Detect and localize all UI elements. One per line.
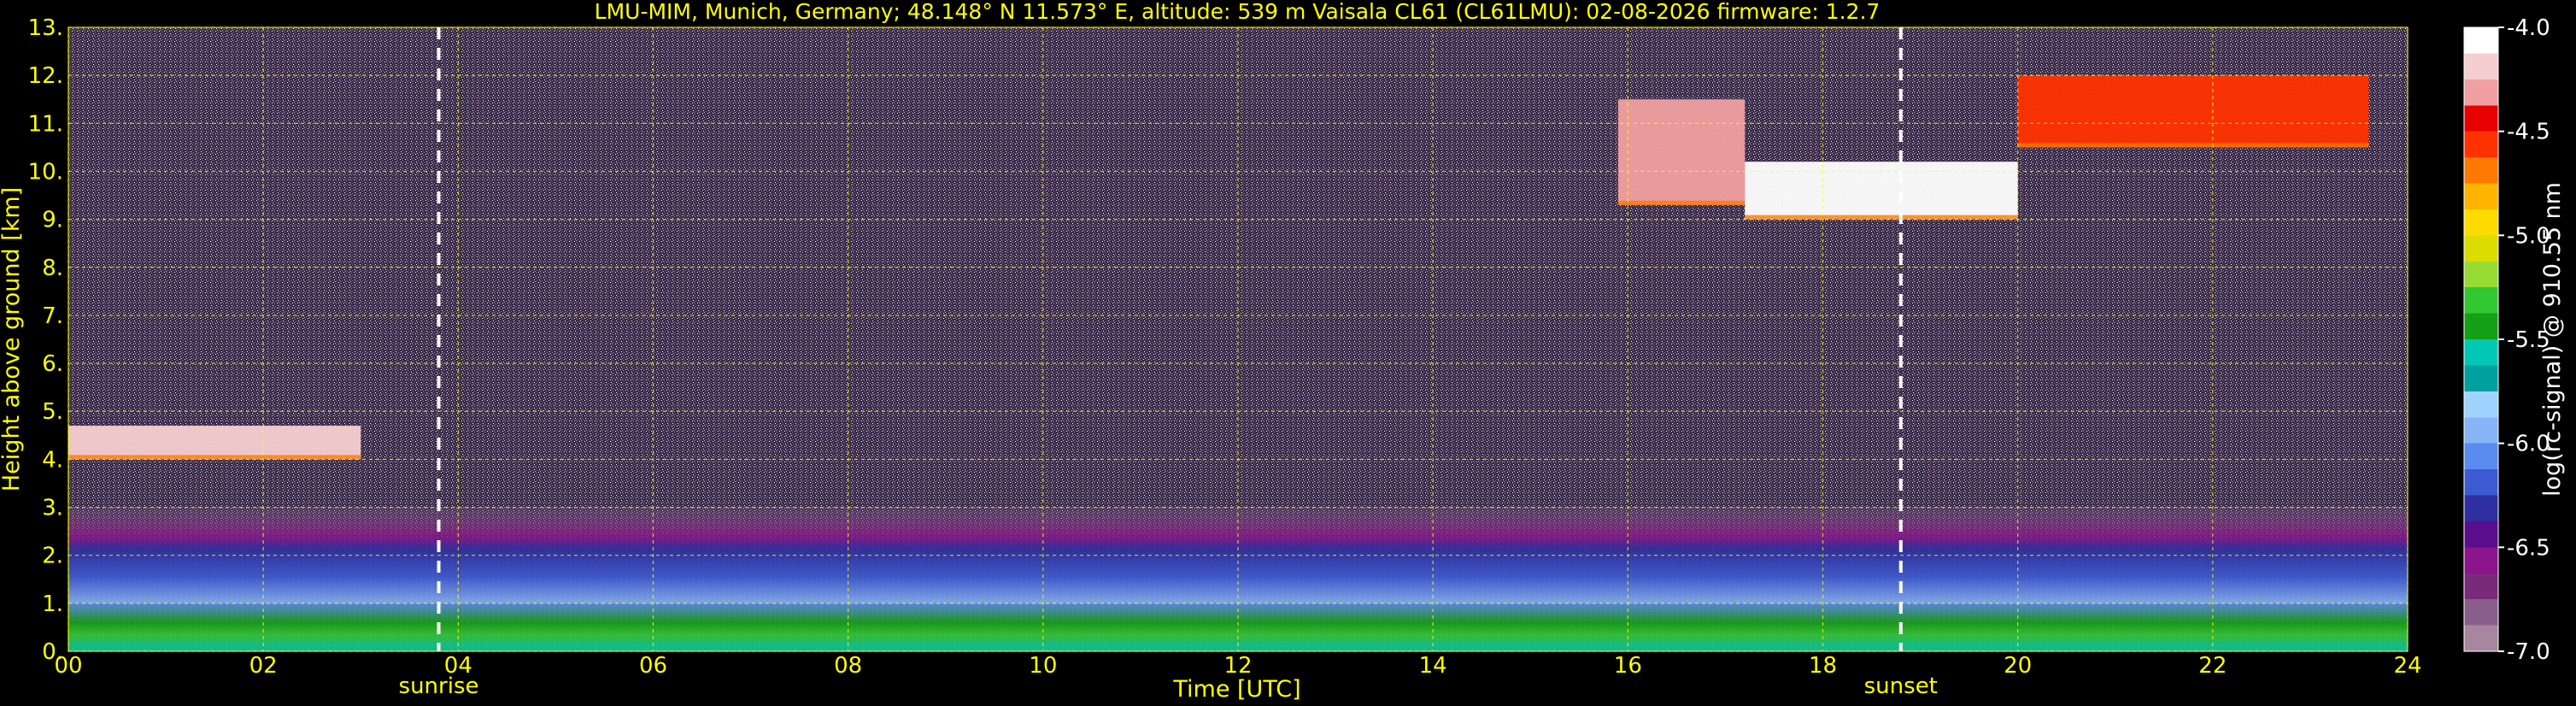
colorbar-tick-label: -4.5 bbox=[2507, 120, 2550, 145]
y-tick-label: 13. bbox=[28, 15, 63, 41]
y-tick-label: 11. bbox=[28, 111, 63, 137]
x-tick-label: 14 bbox=[1419, 653, 1447, 679]
sunset-label: sunset bbox=[1864, 674, 1938, 699]
colorbar-label: log(rc-signal) @ 910.55 nm bbox=[2539, 182, 2566, 497]
y-tick-label: 6. bbox=[42, 351, 63, 377]
cloud-base-edge bbox=[1617, 200, 1746, 205]
y-tick-label: 9. bbox=[42, 208, 63, 233]
ceilometer-chart: sunrise sunset 00 02 04 06 08 10 12 14 16 18 20 22 24… bbox=[0, 0, 2566, 703]
y-tick-label: 12. bbox=[28, 63, 63, 89]
y-tick-label: 2. bbox=[42, 544, 63, 569]
x-tick-label: 24 bbox=[2393, 653, 2421, 679]
x-tick-label: 12 bbox=[1223, 653, 1252, 679]
colorbar-tick-label: -6.5 bbox=[2507, 535, 2550, 561]
colorbar bbox=[2463, 26, 2499, 652]
signal-layer-cloud bbox=[68, 426, 361, 460]
x-tick-label: 02 bbox=[249, 653, 278, 679]
y-axis: 0. 1. 2. 3. 4. 5. 6. 7. 8. 9. 10. 11. 12. 13. bbox=[28, 15, 63, 665]
colorbar-tick-label: -7.0 bbox=[2507, 639, 2550, 665]
cloud-base-edge bbox=[2017, 143, 2369, 148]
x-tick-label: 16 bbox=[1614, 653, 1642, 679]
chart-title: LMU-MIM, Munich, Germany; 48.148° N 11.5… bbox=[595, 0, 1881, 24]
x-tick-label: 18 bbox=[1809, 653, 1837, 679]
signal-layer-cirrus bbox=[1745, 162, 2018, 220]
signal-layer-cirrus bbox=[2017, 75, 2369, 148]
x-tick-label: 10 bbox=[1029, 653, 1057, 679]
y-tick-label: 5. bbox=[42, 399, 63, 425]
y-tick-label: 10. bbox=[28, 159, 63, 185]
y-tick-label: 1. bbox=[42, 591, 63, 617]
x-tick-label: 08 bbox=[834, 653, 862, 679]
y-tick-label: 4. bbox=[42, 447, 63, 473]
cloud-base-edge bbox=[68, 455, 361, 460]
signal-layer-cirrus bbox=[1617, 99, 1746, 205]
y-axis-label: Height above ground [km] bbox=[0, 187, 25, 491]
y-tick-label: 3. bbox=[42, 496, 63, 521]
y-tick-label: 0. bbox=[42, 639, 63, 665]
x-tick-label: 22 bbox=[2198, 653, 2227, 679]
x-axis-label: Time [UTC] bbox=[1172, 676, 1300, 703]
y-tick-label: 8. bbox=[42, 256, 63, 281]
colorbar-tick-label: -4.0 bbox=[2507, 15, 2550, 41]
y-tick-label: 7. bbox=[42, 303, 63, 329]
x-tick-label: 04 bbox=[444, 653, 472, 679]
x-tick-label: 20 bbox=[2004, 653, 2032, 679]
x-tick-label: 06 bbox=[639, 653, 667, 679]
cloud-base-edge bbox=[1745, 215, 2018, 220]
